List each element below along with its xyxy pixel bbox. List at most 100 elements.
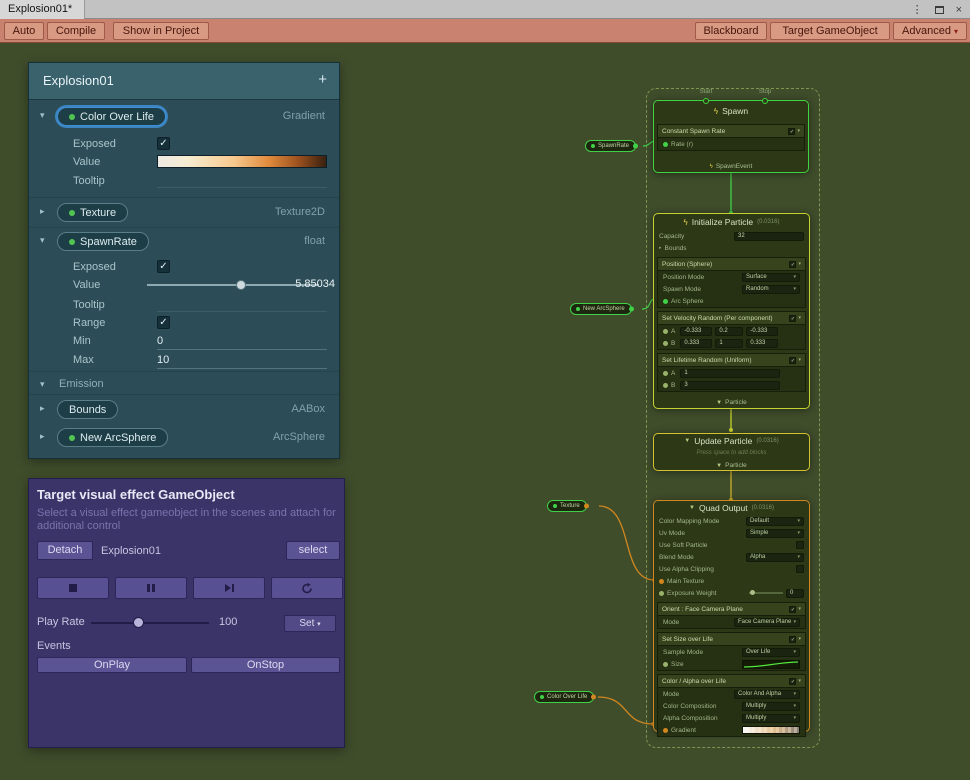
detach-button[interactable]: Detach xyxy=(37,541,93,560)
exposure-slider-handle[interactable] xyxy=(750,590,755,595)
color-mode-dropdown[interactable]: Color And Alpha▾ xyxy=(734,690,800,699)
parameter-node-spawnrate[interactable]: SpawnRate xyxy=(585,140,636,152)
color-composition-dropdown[interactable]: Multiply▾ xyxy=(742,702,800,711)
restart-button[interactable] xyxy=(271,577,343,599)
initialize-particle-node[interactable]: ϟ Initialize Particle (0.0316) Capacity … xyxy=(653,213,810,409)
chevron-down-icon[interactable]: ▾ xyxy=(40,235,45,246)
onstop-button[interactable]: OnStop xyxy=(191,657,340,673)
b-field[interactable]: 3 xyxy=(680,381,780,390)
param-pill-texture[interactable]: Texture xyxy=(57,203,128,222)
window-tab[interactable]: Explosion01* xyxy=(0,0,85,19)
add-parameter-button[interactable]: + xyxy=(318,71,327,88)
fold-icon[interactable]: ▸ xyxy=(659,245,662,251)
b-input-port[interactable] xyxy=(663,341,668,346)
category-label[interactable]: Emission xyxy=(59,378,104,390)
play-rate-value[interactable]: 100 xyxy=(219,616,237,628)
target-gameobject-toggle-button[interactable]: Target GameObject xyxy=(770,22,890,40)
quad-output-node[interactable]: ▼ Quad Output (0.0316) Color Mapping Mod… xyxy=(653,500,810,732)
parameter-node-new-arcsphere[interactable]: New ArcSphere xyxy=(570,303,632,315)
advanced-dropdown[interactable]: Advanced▾ xyxy=(893,22,967,40)
chevron-down-icon[interactable]: ▾ xyxy=(40,110,45,121)
step-button[interactable] xyxy=(193,577,265,599)
bounds-row[interactable]: ▸ Bounds xyxy=(654,242,809,254)
orient-mode-dropdown[interactable]: Face Camera Plane▾ xyxy=(734,618,800,627)
param-pill-spawnrate[interactable]: SpawnRate xyxy=(57,232,149,251)
size-input-port[interactable] xyxy=(663,662,668,667)
a-y-field[interactable]: 0.2 xyxy=(715,327,743,336)
collapse-caret-icon[interactable]: ▾ xyxy=(798,636,801,642)
param-pill-bounds[interactable]: Bounds xyxy=(57,400,118,419)
capacity-field[interactable]: 32 xyxy=(734,232,804,241)
param-pill-new-arcsphere[interactable]: New ArcSphere xyxy=(57,428,168,447)
a-x-field[interactable]: -0.333 xyxy=(680,327,712,336)
set-velocity-random-block[interactable]: Set Velocity Random (Per component) ✓▾ A… xyxy=(657,311,806,350)
gradient-field[interactable] xyxy=(742,726,800,734)
arcsphere-input-port[interactable] xyxy=(663,299,668,304)
parameter-node-color-over-life[interactable]: Color Over Life xyxy=(534,691,594,703)
particle-output-port[interactable]: ▼ Particle xyxy=(654,399,809,406)
collapse-caret-icon[interactable]: ▾ xyxy=(798,315,801,321)
block-enabled-checkbox[interactable]: ✓ xyxy=(789,636,796,643)
collapse-caret-icon[interactable]: ▾ xyxy=(798,357,801,363)
spawnevent-output-port[interactable]: ϟ SpawnEvent xyxy=(654,163,808,170)
output-port[interactable] xyxy=(591,695,596,700)
alpha-clipping-checkbox[interactable] xyxy=(796,565,804,573)
stop-button[interactable] xyxy=(37,577,109,599)
menu-icon[interactable]: ⋮ xyxy=(912,3,923,16)
chevron-right-icon[interactable]: ▸ xyxy=(40,403,45,414)
maximize-icon[interactable] xyxy=(935,6,944,14)
position-mode-dropdown[interactable]: Surface▾ xyxy=(742,273,800,282)
stop-flow-port[interactable] xyxy=(762,98,768,104)
b-input-port[interactable] xyxy=(663,383,668,388)
auto-button[interactable]: Auto xyxy=(4,22,44,40)
chevron-right-icon[interactable]: ▸ xyxy=(40,206,45,217)
main-texture-input-port[interactable] xyxy=(659,579,664,584)
gradient-preview[interactable] xyxy=(157,155,327,168)
select-button[interactable]: select xyxy=(286,541,340,560)
uv-mode-dropdown[interactable]: Simple▾ xyxy=(746,529,804,538)
output-port[interactable] xyxy=(584,504,589,509)
set-button[interactable]: Set ▾ xyxy=(284,615,336,632)
sample-mode-dropdown[interactable]: Over Life▾ xyxy=(742,648,800,657)
collapse-caret-icon[interactable]: ▾ xyxy=(798,678,801,684)
slider-handle[interactable] xyxy=(236,280,246,290)
block-enabled-checkbox[interactable]: ✓ xyxy=(789,357,796,364)
alpha-composition-dropdown[interactable]: Multiply▾ xyxy=(742,714,800,723)
set-size-over-life-block[interactable]: Set Size over Life ✓▾ Sample Mode Over L… xyxy=(657,632,806,671)
play-rate-handle[interactable] xyxy=(133,617,144,628)
spawn-mode-dropdown[interactable]: Random▾ xyxy=(742,285,800,294)
tooltip-field[interactable] xyxy=(157,311,327,312)
block-enabled-checkbox[interactable]: ✓ xyxy=(789,606,796,613)
a-z-field[interactable]: -0.333 xyxy=(746,327,778,336)
exposed-checkbox[interactable]: ✓ xyxy=(157,260,170,273)
block-enabled-checkbox[interactable]: ✓ xyxy=(789,678,796,685)
block-enabled-checkbox[interactable]: ✓ xyxy=(789,315,796,322)
parameter-node-texture[interactable]: Texture xyxy=(547,500,587,512)
pause-button[interactable] xyxy=(115,577,187,599)
exposure-field[interactable]: 0 xyxy=(786,589,804,598)
orient-block[interactable]: Orient : Face Camera Plane ✓▾ Mode Face … xyxy=(657,602,806,629)
blackboard-toggle-button[interactable]: Blackboard xyxy=(695,22,767,40)
output-port[interactable] xyxy=(629,307,634,312)
close-icon[interactable]: × xyxy=(956,4,962,16)
min-field[interactable]: 0 xyxy=(157,333,327,350)
set-lifetime-random-block[interactable]: Set Lifetime Random (Uniform) ✓▾ A 1 B 3 xyxy=(657,353,806,392)
rate-input-port[interactable] xyxy=(663,142,668,147)
color-mapping-dropdown[interactable]: Default▾ xyxy=(746,517,804,526)
gradient-input-port[interactable] xyxy=(663,728,668,733)
color-alpha-over-life-block[interactable]: Color / Alpha over Life ✓▾ Mode Color An… xyxy=(657,674,806,737)
spawnrate-value[interactable]: 5.85034 xyxy=(295,278,335,290)
show-in-project-button[interactable]: Show in Project xyxy=(113,22,209,40)
b-x-field[interactable]: 0.333 xyxy=(680,339,712,348)
size-curve-field[interactable] xyxy=(742,660,800,669)
particle-output-port[interactable]: ▼ Particle xyxy=(654,462,809,469)
collapse-caret-icon[interactable]: ▾ xyxy=(797,128,800,134)
play-rate-track[interactable] xyxy=(91,622,209,624)
range-checkbox[interactable]: ✓ xyxy=(157,316,170,329)
onplay-button[interactable]: OnPlay xyxy=(37,657,187,673)
a-input-port[interactable] xyxy=(663,371,668,376)
exposed-checkbox[interactable]: ✓ xyxy=(157,137,170,150)
start-flow-port[interactable] xyxy=(703,98,709,104)
soft-particle-checkbox[interactable] xyxy=(796,541,804,549)
b-z-field[interactable]: 0.333 xyxy=(746,339,778,348)
